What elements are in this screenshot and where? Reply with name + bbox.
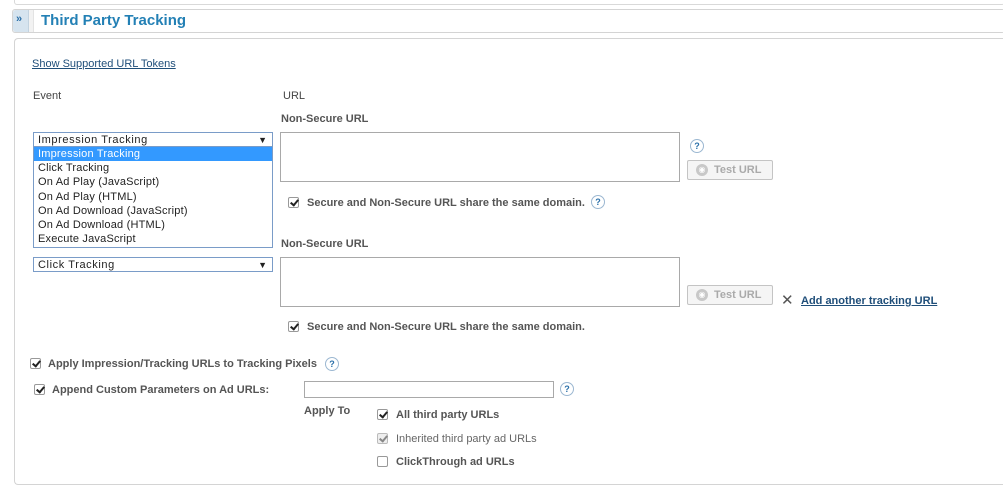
dropdown-arrow-icon: ▼	[258, 260, 267, 270]
clickthrough-label: ClickThrough ad URLs	[396, 456, 515, 468]
dropdown-option[interactable]: Impression Tracking	[34, 147, 272, 162]
remove-icon[interactable]: ✕	[781, 291, 794, 309]
same-domain-checkbox[interactable]	[288, 197, 299, 208]
non-secure-url-label: Non-Secure URL	[281, 113, 369, 125]
same-domain-label: Secure and Non-Secure URL share the same…	[307, 197, 585, 209]
clickthrough-checkbox[interactable]	[377, 456, 388, 467]
section-title-box: Third Party Tracking	[33, 10, 1003, 32]
inherited-urls-checkbox	[377, 433, 388, 444]
dropdown-option[interactable]: On Ad Play (HTML)	[34, 190, 272, 204]
non-secure-url-label: Non-Secure URL	[281, 238, 369, 250]
help-icon[interactable]: ?	[560, 382, 574, 396]
same-domain-label: Secure and Non-Secure URL share the same…	[307, 321, 585, 333]
event-select-value: Impression Tracking	[38, 134, 148, 146]
custom-params-input[interactable]	[304, 381, 554, 398]
test-url-button[interactable]: ◉ Test URL	[687, 160, 773, 180]
event-select[interactable]: Impression Tracking ▼	[33, 132, 273, 147]
non-secure-url-input[interactable]	[280, 257, 680, 307]
help-icon[interactable]: ?	[690, 139, 704, 153]
previous-section-border	[14, 0, 1003, 5]
apply-pixels-label: Apply Impression/Tracking URLs to Tracki…	[48, 358, 317, 370]
globe-icon: ◉	[696, 289, 708, 301]
same-domain-checkbox[interactable]	[288, 321, 299, 332]
dropdown-arrow-icon: ▼	[258, 135, 267, 145]
dropdown-option[interactable]: On Ad Download (HTML)	[34, 218, 272, 232]
test-url-button-label: Test URL	[714, 289, 762, 301]
show-url-tokens-link[interactable]: Show Supported URL Tokens	[32, 58, 176, 70]
help-icon[interactable]: ?	[591, 195, 605, 209]
collapse-toggle[interactable]: »	[13, 10, 29, 32]
dropdown-option[interactable]: On Ad Download (JavaScript)	[34, 204, 272, 218]
double-chevron-down-icon: »	[16, 13, 23, 25]
event-column-header: Event	[33, 90, 62, 102]
append-params-checkbox[interactable]	[34, 384, 45, 395]
section-title: Third Party Tracking	[41, 12, 187, 29]
apply-to-label: Apply To	[304, 405, 351, 417]
dropdown-option[interactable]: Execute JavaScript	[34, 232, 272, 246]
event-select[interactable]: Click Tracking ▼	[33, 257, 273, 272]
url-column-header: URL	[283, 90, 306, 102]
dropdown-option[interactable]: On Ad Play (JavaScript)	[34, 175, 272, 189]
apply-pixels-checkbox[interactable]	[30, 358, 41, 369]
dropdown-option[interactable]: Click Tracking	[34, 161, 272, 175]
non-secure-url-input[interactable]	[280, 132, 680, 182]
all-third-party-checkbox[interactable]	[377, 409, 388, 420]
test-url-button-label: Test URL	[714, 164, 762, 176]
globe-icon: ◉	[696, 164, 708, 176]
event-select-value: Click Tracking	[38, 259, 115, 271]
inherited-urls-label: Inherited third party ad URLs	[396, 433, 537, 445]
event-dropdown-list: Impression Tracking Click Tracking On Ad…	[33, 147, 273, 248]
append-params-label: Append Custom Parameters on Ad URLs:	[52, 384, 270, 396]
section-header[interactable]: » Third Party Tracking	[12, 9, 1003, 33]
all-third-party-label: All third party URLs	[396, 409, 500, 421]
add-tracking-url-link[interactable]: Add another tracking URL	[801, 295, 937, 307]
help-icon[interactable]: ?	[325, 357, 339, 371]
test-url-button[interactable]: ◉ Test URL	[687, 285, 773, 305]
